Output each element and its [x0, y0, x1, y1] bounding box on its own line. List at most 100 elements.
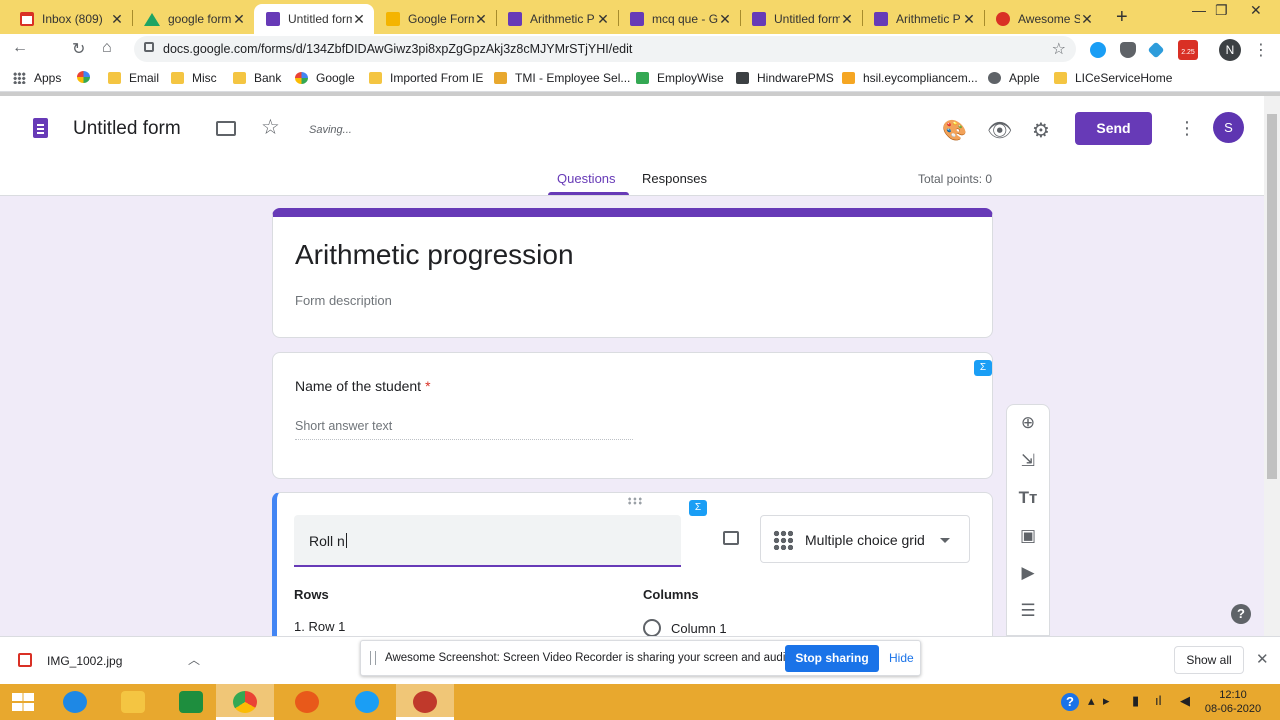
question-card-name[interactable]: Name of the student * Short answer text [272, 352, 993, 479]
close-icon[interactable]: ✕ [352, 11, 366, 28]
minimize-icon[interactable]: — [1192, 2, 1206, 18]
row-option-1[interactable]: 1. Row 1 [294, 619, 345, 634]
bookmark-google[interactable]: Google [295, 71, 355, 85]
reload-icon[interactable]: ↻ [72, 39, 85, 59]
column-option-1[interactable]: Column 1 [643, 619, 727, 636]
chevron-up-icon[interactable]: ▴ [1088, 693, 1095, 709]
bookmark-hsil[interactable]: hsil.eycompliancem... [842, 71, 978, 85]
system-clock[interactable]: 12:10 08-06-2020 [1203, 688, 1263, 716]
signal-icon[interactable]: ıl [1155, 693, 1162, 708]
question-type-dropdown[interactable]: Multiple choice grid [760, 515, 970, 563]
volume-icon[interactable]: ◀ [1180, 693, 1190, 709]
sum-badge-icon[interactable]: Σ [689, 500, 707, 516]
bookmark-google-g[interactable] [77, 71, 98, 83]
add-image-icon[interactable]: ▣ [1018, 526, 1038, 546]
close-icon[interactable]: ✕ [474, 11, 488, 28]
browser-menu-icon[interactable]: ⋮ [1253, 40, 1269, 60]
help-tray-icon[interactable]: ? [1061, 693, 1079, 711]
taskbar-file-explorer[interactable] [104, 684, 162, 720]
form-file-title[interactable]: Untitled form [73, 118, 181, 140]
home-icon[interactable]: ⌂ [102, 39, 112, 57]
add-video-icon[interactable]: ▶ [1018, 563, 1038, 583]
add-section-icon[interactable]: ☰ [1018, 601, 1038, 621]
add-image-icon[interactable] [723, 531, 739, 545]
hp-extension-icon[interactable] [1090, 42, 1106, 58]
question-card-active[interactable]: Roll n Multiple choice grid Rows Columns… [272, 492, 993, 636]
google-forms-logo-icon[interactable] [33, 118, 48, 138]
restore-icon[interactable]: ❐ [1215, 2, 1228, 19]
new-tab-plus-icon[interactable]: + [1116, 6, 1128, 29]
download-file-name[interactable]: IMG_1002.jpg [47, 654, 122, 668]
settings-gear-icon[interactable]: ⚙ [1032, 118, 1050, 143]
bookmark-hindwarepms[interactable]: HindwarePMS [736, 71, 834, 85]
star-icon[interactable]: ☆ [261, 115, 280, 140]
close-icon[interactable]: ✕ [110, 11, 124, 28]
window-close-icon[interactable]: ✕ [1250, 2, 1262, 19]
close-icon[interactable]: ✕ [596, 11, 610, 28]
browser-tab-arithmetic-1[interactable]: Arithmetic P ✕ [496, 4, 618, 34]
close-icon[interactable]: ✕ [1080, 11, 1094, 28]
bookmark-tmi[interactable]: TMI - Employee Sel... [494, 71, 630, 85]
battery-icon[interactable]: ▮ [1132, 693, 1139, 709]
more-options-icon[interactable]: ⋮ [1178, 118, 1196, 139]
close-icon[interactable]: ✕ [232, 11, 246, 28]
bookmark-imported-from-ie[interactable]: Imported From IE [369, 71, 483, 85]
close-icon[interactable]: ✕ [840, 11, 854, 28]
stop-sharing-button[interactable]: Stop sharing [785, 645, 879, 672]
bookmark-email[interactable]: Email [108, 71, 159, 85]
bookmark-misc[interactable]: Misc [171, 71, 217, 85]
shield-extension-icon[interactable] [1120, 42, 1136, 58]
address-bar[interactable]: docs.google.com/forms/d/134ZbfDIDAwGiwz3… [134, 36, 1076, 62]
help-icon[interactable]: ? [1231, 604, 1251, 624]
bookmark-apple[interactable]: Apple [988, 71, 1040, 85]
form-title-card[interactable]: Arithmetic progression Form description [272, 208, 993, 338]
taskbar-internet-explorer[interactable] [46, 684, 104, 720]
taskbar-firefox[interactable] [278, 684, 336, 720]
bookmark-apps[interactable]: Apps [13, 71, 61, 85]
taskbar-app[interactable] [338, 684, 396, 720]
bookmark-employwise[interactable]: EmployWise [636, 71, 724, 85]
diamond-extension-icon[interactable] [1147, 41, 1165, 59]
close-icon[interactable]: ✕ [718, 11, 732, 28]
import-questions-icon[interactable]: ⇲ [1018, 451, 1038, 471]
browser-tab-awesome-screenshot[interactable]: Awesome Sc ✕ [984, 4, 1102, 34]
bookmark-bank[interactable]: Bank [233, 71, 281, 85]
hide-button[interactable]: Hide [889, 651, 914, 665]
bookmark-lic[interactable]: LICeServiceHome [1054, 71, 1172, 85]
bookmark-star-icon[interactable]: ☆ [1052, 39, 1066, 59]
add-question-icon[interactable]: ⊕ [1018, 413, 1038, 433]
question-title-input[interactable]: Roll n [294, 515, 681, 567]
palette-icon[interactable]: 🎨 [942, 118, 967, 143]
tab-questions[interactable]: Questions [557, 171, 616, 186]
start-button[interactable] [0, 684, 46, 720]
tab-responses[interactable]: Responses [642, 171, 707, 186]
browser-tab-mcq[interactable]: mcq que - G ✕ [618, 4, 740, 34]
show-all-button[interactable]: Show all [1174, 646, 1244, 674]
chevron-up-icon[interactable]: ︿ [188, 651, 200, 668]
browser-tab-google-form[interactable]: Google Form ✕ [374, 4, 496, 34]
browser-tab-gmail[interactable]: Inbox (809) ✕ [8, 4, 132, 34]
form-title-field[interactable]: Arithmetic progression [295, 239, 574, 271]
wifi-icon[interactable]: ▸ [1103, 693, 1110, 709]
drag-handle-icon[interactable] [627, 497, 643, 505]
form-description-field[interactable]: Form description [295, 293, 392, 308]
taskbar-store[interactable] [162, 684, 220, 720]
download-badge[interactable]: 2.25 [1178, 40, 1198, 60]
sum-badge-icon[interactable]: Σ [974, 360, 992, 376]
browser-tab-untitled-form-2[interactable]: Untitled form ✕ [740, 4, 862, 34]
page-scrollbar[interactable] [1264, 96, 1280, 636]
taskbar-chrome[interactable] [216, 684, 274, 720]
taskbar-snipping-tool[interactable] [396, 684, 454, 720]
profile-avatar[interactable]: N [1219, 39, 1241, 61]
close-icon[interactable]: ✕ [1256, 650, 1269, 668]
drag-grip-icon[interactable] [370, 651, 376, 665]
close-icon[interactable]: ✕ [962, 11, 976, 28]
preview-eye-icon[interactable]: 👁 [987, 118, 1012, 143]
browser-tab-drive[interactable]: google form ✕ [132, 4, 254, 34]
scrollbar-thumb[interactable] [1267, 114, 1277, 479]
browser-tab-arithmetic-2[interactable]: Arithmetic P ✕ [862, 4, 984, 34]
account-avatar[interactable]: S [1213, 112, 1244, 143]
back-arrow-icon[interactable]: ← [12, 39, 28, 57]
browser-tab-untitled-form-active[interactable]: Untitled form ✕ [254, 4, 374, 34]
send-button[interactable]: Send [1075, 112, 1152, 145]
